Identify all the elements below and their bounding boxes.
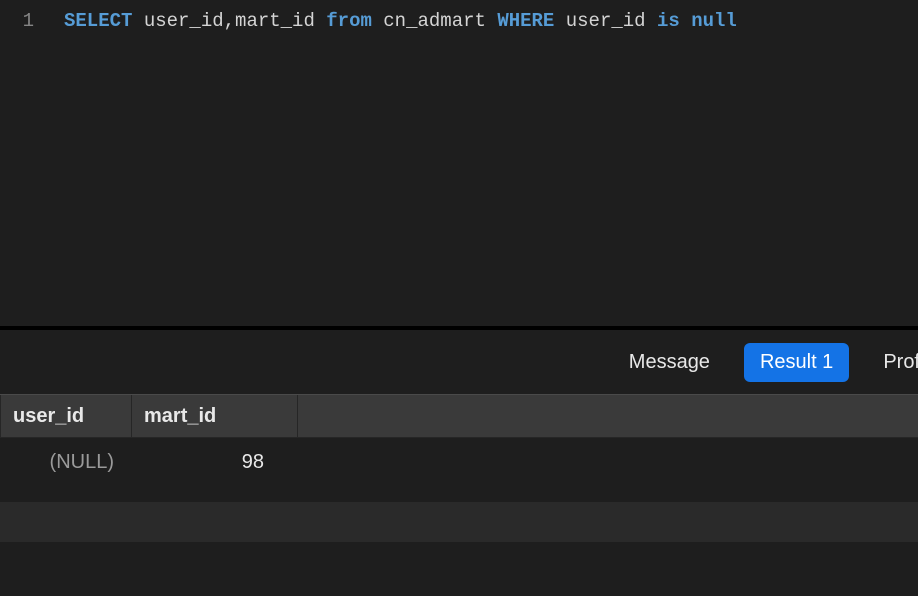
- table-name: cn_admart: [383, 10, 486, 32]
- keyword-is: is: [657, 10, 680, 32]
- keyword-null: null: [691, 10, 737, 32]
- results-tabs-bar: Message Result 1 Prof: [0, 330, 918, 394]
- keyword-select: SELECT: [64, 10, 132, 32]
- cell-mart-id: 98: [132, 438, 298, 486]
- tab-profile[interactable]: Prof: [867, 343, 918, 382]
- keyword-from: from: [326, 10, 372, 32]
- keyword-where: WHERE: [497, 10, 554, 32]
- column-header-mart-id[interactable]: mart_id: [132, 395, 298, 437]
- where-column: user_id: [566, 10, 646, 32]
- cell-user-id: (NULL): [0, 438, 132, 486]
- column-header-user-id[interactable]: user_id: [0, 395, 132, 437]
- line-gutter: 1: [0, 0, 52, 326]
- columns: user_id,mart_id: [144, 10, 315, 32]
- results-body: (NULL) 98: [0, 438, 918, 596]
- results-pane: user_id mart_id (NULL) 98: [0, 394, 918, 596]
- tab-message[interactable]: Message: [613, 343, 726, 382]
- tab-result-1[interactable]: Result 1: [744, 343, 849, 382]
- empty-row: [0, 502, 918, 542]
- results-header-row: user_id mart_id: [0, 394, 918, 438]
- table-row[interactable]: (NULL) 98: [0, 438, 918, 486]
- line-number: 1: [0, 8, 34, 34]
- sql-editor-pane: 1 SELECT user_id,mart_id from cn_admart …: [0, 0, 918, 326]
- code-area[interactable]: SELECT user_id,mart_id from cn_admart WH…: [52, 0, 918, 326]
